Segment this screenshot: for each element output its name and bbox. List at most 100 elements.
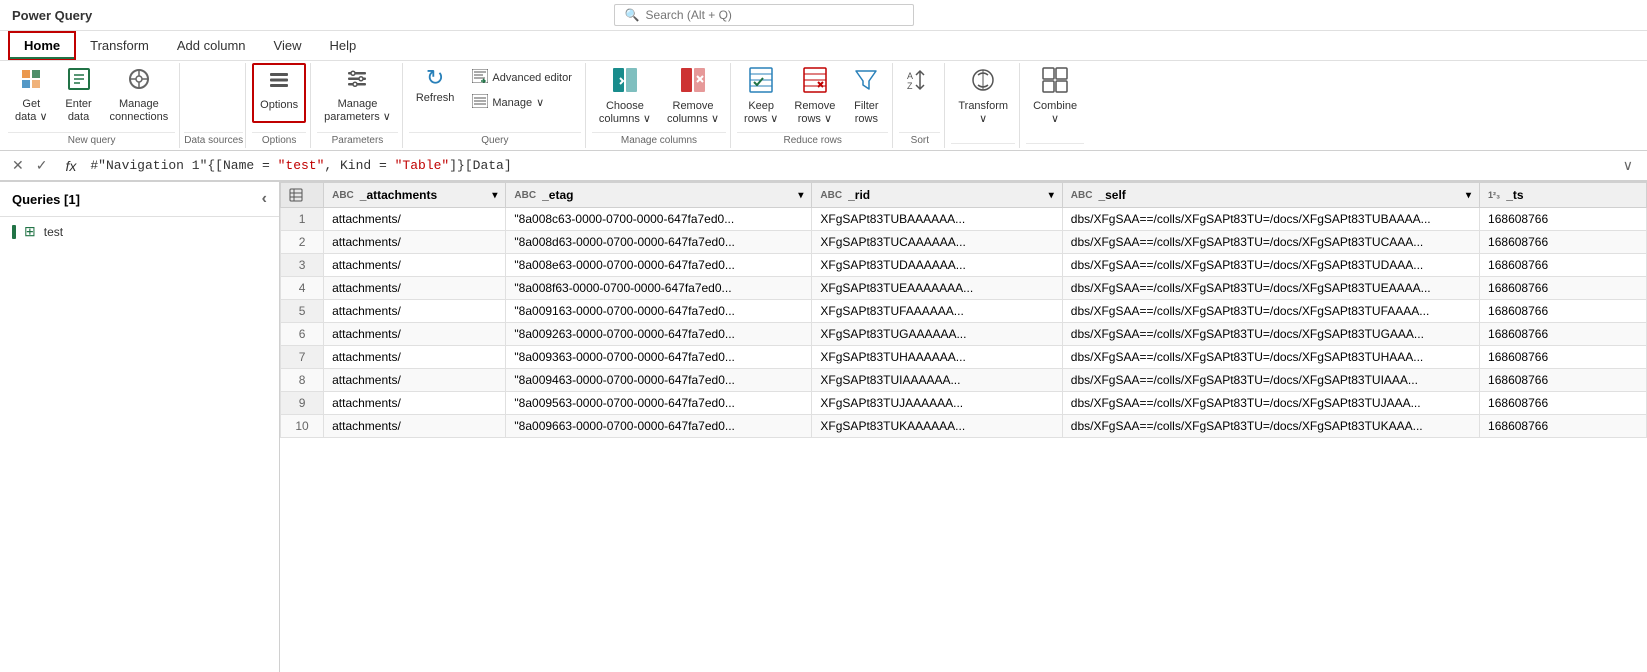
remove-columns-button[interactable]: Removecolumns ∨: [660, 63, 726, 130]
sidebar-title: Queries [1]: [12, 192, 80, 207]
col-dropdown-etag[interactable]: ▾: [798, 190, 803, 201]
sort-button[interactable]: A Z: [899, 63, 939, 123]
ribbon-group-data-sources: Data sources: [182, 63, 246, 148]
get-data-label: Getdata ∨: [15, 98, 48, 124]
advanced-editor-button[interactable]: Advanced editor: [463, 65, 581, 90]
transform-group-label: [951, 143, 1015, 148]
col-header-self[interactable]: ABC _self ▾: [1062, 183, 1479, 208]
enter-data-icon: [67, 67, 91, 95]
cell-self: dbs/XFgSAA==/colls/XFgSAPt83TU=/docs/XFg…: [1062, 323, 1479, 346]
manage-query-dropdown-icon: ∨: [536, 96, 544, 109]
remove-rows-button[interactable]: Removerows ∨: [787, 63, 842, 130]
ribbon-group-combine: Combine∨: [1022, 63, 1088, 148]
ribbon-tabs: Home Transform Add column View Help: [0, 31, 1647, 61]
col-dropdown-self[interactable]: ▾: [1466, 190, 1471, 201]
table-row: 3 attachments/ "8a008e63-0000-0700-0000-…: [281, 254, 1647, 277]
tab-add-column[interactable]: Add column: [163, 32, 260, 59]
table-row: 1 attachments/ "8a008c63-0000-0700-0000-…: [281, 208, 1647, 231]
manage-parameters-icon: [345, 67, 369, 95]
choose-columns-button[interactable]: Choosecolumns ∨: [592, 63, 658, 130]
combine-button[interactable]: Combine∨: [1026, 63, 1084, 130]
cell-rid: XFgSAPt83TUKAAAAAA...: [812, 415, 1062, 438]
cell-attachments: attachments/: [324, 369, 506, 392]
manage-parameters-label: Manageparameters ∨: [324, 98, 391, 124]
tab-help[interactable]: Help: [315, 32, 370, 59]
cell-rid: XFgSAPt83TUFAAAAAA...: [812, 300, 1062, 323]
ribbon-group-query: ↻ Refresh Advanced editor Manage: [405, 63, 586, 148]
cell-ts: 168608766: [1480, 392, 1647, 415]
sort-icon: A Z: [907, 67, 931, 97]
remove-rows-icon: [803, 67, 827, 97]
tab-home[interactable]: Home: [8, 31, 76, 60]
manage-connections-label: Manageconnections: [110, 98, 169, 124]
tab-view[interactable]: View: [260, 32, 316, 59]
transform-label: Transform∨: [958, 100, 1008, 126]
search-input[interactable]: [646, 8, 896, 22]
formula-string-name: "test": [278, 158, 325, 173]
sidebar-item-test[interactable]: ⊞ test: [0, 217, 279, 246]
col-type-rid: ABC: [820, 190, 842, 201]
tab-transform[interactable]: Transform: [76, 32, 163, 59]
col-dropdown-attachments[interactable]: ▾: [492, 190, 497, 201]
manage-query-button[interactable]: Manage ∨: [463, 90, 581, 115]
get-data-button[interactable]: Getdata ∨: [8, 63, 55, 128]
sort-label: Sort: [899, 132, 940, 148]
keep-rows-button[interactable]: Keeprows ∨: [737, 63, 785, 130]
app-title: Power Query: [12, 8, 92, 23]
cell-ts: 168608766: [1480, 300, 1647, 323]
col-header-ts[interactable]: 1²₃ _ts: [1480, 183, 1647, 208]
formula-string-kind: "Table": [395, 158, 450, 173]
search-box[interactable]: 🔍: [614, 4, 914, 26]
cell-attachments: attachments/: [324, 208, 506, 231]
cell-rownum: 5: [281, 300, 324, 323]
cell-rid: XFgSAPt83TUHAAAAAA...: [812, 346, 1062, 369]
ribbon-group-sort: A Z Sort: [895, 63, 945, 148]
ribbon-group-manage-columns: Choosecolumns ∨ Removecolumns ∨ Manage c…: [588, 63, 731, 148]
enter-data-button[interactable]: Enterdata: [57, 63, 101, 128]
formula-fx-label: fx: [59, 158, 82, 174]
cell-ts: 168608766: [1480, 323, 1647, 346]
ribbon-group-transform: Transform∨: [947, 63, 1020, 148]
choose-columns-icon: [612, 67, 638, 97]
data-grid-area[interactable]: ABC _attachments ▾ ABC _etag ▾: [280, 182, 1647, 672]
cell-rid: XFgSAPt83TUEAAAAAAA...: [812, 277, 1062, 300]
cell-ts: 168608766: [1480, 231, 1647, 254]
svg-text:Z: Z: [907, 81, 913, 91]
formula-cancel-icon[interactable]: ✕: [8, 155, 28, 176]
formula-bar: ✕ ✓ fx #"Navigation 1"{[Name = "test", K…: [0, 151, 1647, 182]
table-row: 5 attachments/ "8a009163-0000-0700-0000-…: [281, 300, 1647, 323]
formula-content[interactable]: #"Navigation 1"{[Name = "test", Kind = "…: [90, 158, 1608, 173]
refresh-button[interactable]: ↻ Refresh: [409, 63, 462, 123]
cell-rownum: 2: [281, 231, 324, 254]
data-grid: ABC _attachments ▾ ABC _etag ▾: [280, 182, 1647, 438]
filter-rows-label: Filterrows: [854, 100, 878, 126]
title-bar: Power Query 🔍: [0, 0, 1647, 31]
col-header-etag[interactable]: ABC _etag ▾: [506, 183, 812, 208]
formula-expand-icon[interactable]: ∨: [1617, 155, 1639, 176]
col-dropdown-rid[interactable]: ▾: [1049, 190, 1054, 201]
sidebar-collapse-button[interactable]: ‹: [262, 190, 267, 208]
table-row: 4 attachments/ "8a008f63-0000-0700-0000-…: [281, 277, 1647, 300]
remove-columns-icon: [680, 67, 706, 97]
refresh-icon: ↻: [426, 67, 444, 89]
ribbon-group-options: Options Options: [248, 63, 311, 148]
cell-self: dbs/XFgSAA==/colls/XFgSAPt83TU=/docs/XFg…: [1062, 300, 1479, 323]
options-button[interactable]: Options: [252, 63, 306, 123]
cell-rid: XFgSAPt83TUIAAAAAA...: [812, 369, 1062, 392]
filter-rows-button[interactable]: Filterrows: [844, 63, 888, 130]
formula-confirm-icon[interactable]: ✓: [32, 155, 52, 176]
get-data-icon: [19, 67, 43, 95]
col-label-attachments: _attachments: [360, 188, 437, 202]
transform-button[interactable]: Transform∨: [951, 63, 1015, 130]
sidebar-item-bar: [12, 225, 16, 239]
options-group-label: Options: [252, 132, 306, 148]
cell-self: dbs/XFgSAA==/colls/XFgSAPt83TU=/docs/XFg…: [1062, 346, 1479, 369]
cell-self: dbs/XFgSAA==/colls/XFgSAPt83TU=/docs/XFg…: [1062, 231, 1479, 254]
cell-rid: XFgSAPt83TUCAAAAAA...: [812, 231, 1062, 254]
combine-label: Combine∨: [1033, 100, 1077, 126]
col-header-rid[interactable]: ABC _rid ▾: [812, 183, 1062, 208]
manage-connections-button[interactable]: Manageconnections: [103, 63, 176, 128]
formula-bar-icons: ✕ ✓: [8, 155, 51, 176]
col-header-attachments[interactable]: ABC _attachments ▾: [324, 183, 506, 208]
manage-parameters-button[interactable]: Manageparameters ∨: [317, 63, 398, 128]
